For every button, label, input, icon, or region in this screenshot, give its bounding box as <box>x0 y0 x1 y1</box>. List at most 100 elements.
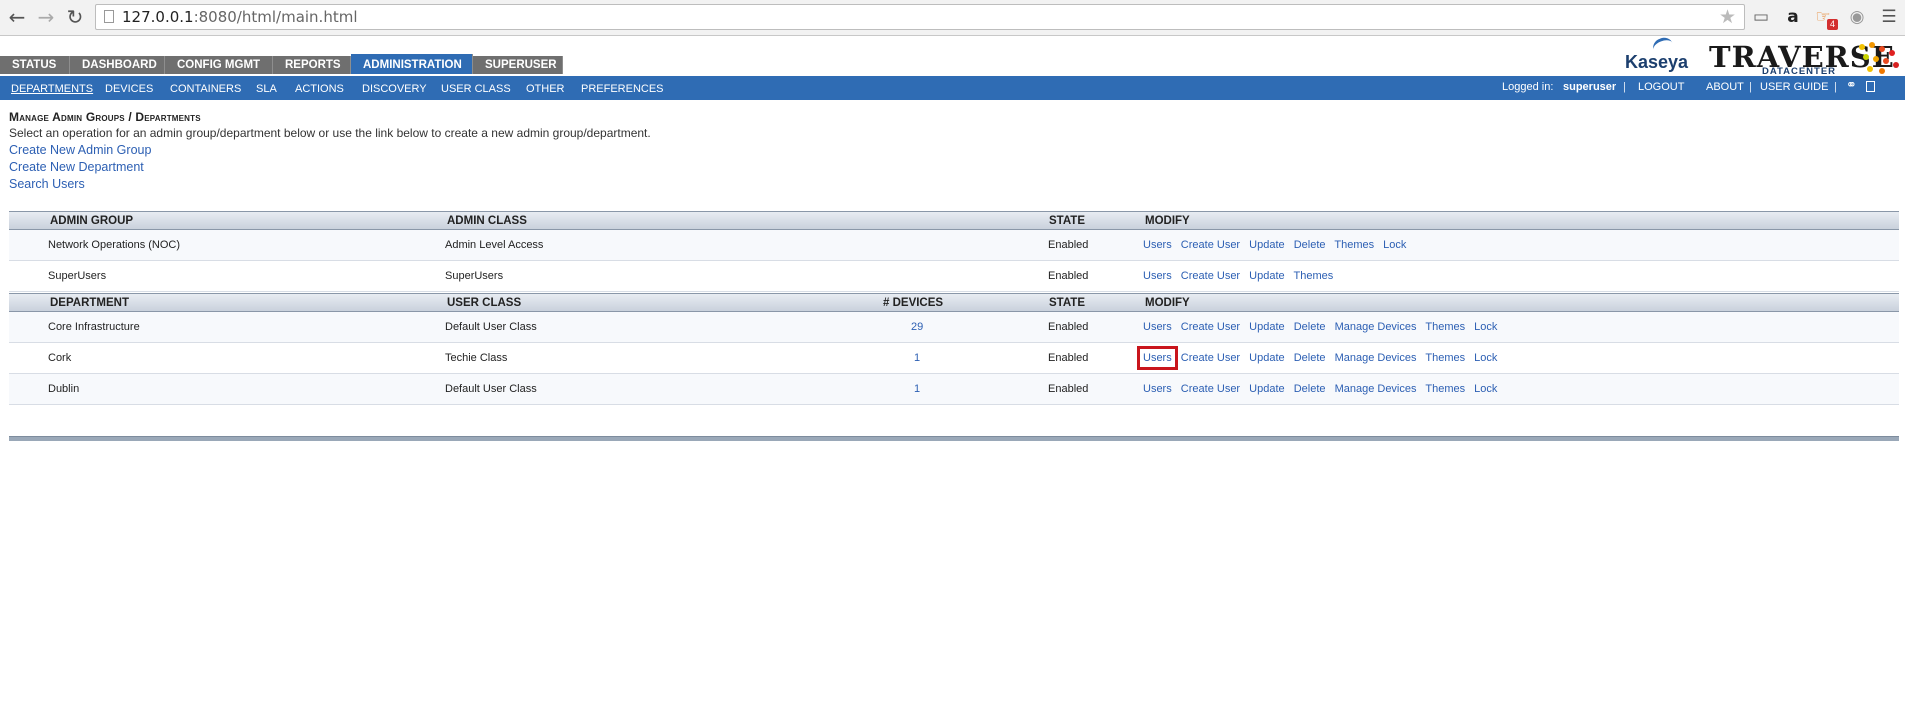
forward-arrow-icon[interactable]: → <box>35 6 57 28</box>
lock-link[interactable]: Lock <box>1474 352 1497 364</box>
bookmark-star-icon[interactable]: ★ <box>1719 6 1736 28</box>
menu-icon[interactable]: ☰ <box>1878 6 1900 28</box>
themes-link[interactable]: Themes <box>1425 352 1465 364</box>
device-count-link[interactable]: 29 <box>911 312 923 343</box>
update-link[interactable]: Update <box>1249 383 1284 395</box>
manage-devices-link[interactable]: Manage Devices <box>1335 352 1417 364</box>
col-user-class: USER CLASS <box>447 297 522 309</box>
subnav-containers[interactable]: CONTAINERS <box>170 76 241 102</box>
group-state: Enabled <box>1048 270 1089 282</box>
department-state: Enabled <box>1048 321 1089 333</box>
user-guide-link[interactable]: USER GUIDE <box>1760 76 1828 98</box>
tab-config-mgmt[interactable]: CONFIG MGMT <box>165 56 273 74</box>
themes-link[interactable]: Themes <box>1425 321 1465 333</box>
subnav-user-class[interactable]: USER CLASS <box>441 76 511 102</box>
col-state: STATE <box>1049 215 1085 227</box>
delete-link[interactable]: Delete <box>1294 383 1326 395</box>
lock-link[interactable]: Lock <box>1474 383 1497 395</box>
users-link[interactable]: Users <box>1143 383 1172 395</box>
group-class: Admin Level Access <box>445 239 544 251</box>
themes-link[interactable]: Themes <box>1425 383 1465 395</box>
col-department: DEPARTMENT <box>50 297 130 309</box>
separator: | <box>1623 81 1626 93</box>
user-class: Techie Class <box>445 352 508 364</box>
tab-reports[interactable]: REPORTS <box>273 56 351 74</box>
users-link[interactable]: Users <box>1143 270 1172 282</box>
delete-link[interactable]: Delete <box>1294 321 1326 333</box>
balloon-icon[interactable]: ◉ <box>1846 6 1868 28</box>
modify-actions: Users Create User Update Delete Manage D… <box>1143 374 1503 405</box>
admin-group-header: ADMIN GROUP ADMIN CLASS STATE MODIFY <box>9 211 1899 230</box>
department-state: Enabled <box>1048 352 1089 364</box>
create-user-link[interactable]: Create User <box>1181 321 1240 333</box>
delete-link[interactable]: Delete <box>1294 239 1326 251</box>
logged-in-label: Logged in: <box>1502 81 1554 93</box>
separator: | <box>1749 81 1752 93</box>
cast-icon[interactable]: ▭ <box>1750 6 1772 28</box>
about-link[interactable]: ABOUT <box>1706 76 1744 98</box>
create-user-link[interactable]: Create User <box>1181 352 1240 364</box>
modify-actions: Users Create User Update Delete Manage D… <box>1143 312 1503 343</box>
table-row: Network Operations (NOC) Admin Level Acc… <box>9 230 1899 261</box>
create-department-link[interactable]: Create New Department <box>9 160 144 174</box>
table-row: SuperUsers SuperUsers Enabled Users Crea… <box>9 261 1899 292</box>
key-icon[interactable]: ⚭ <box>1846 78 1857 93</box>
tab-administration[interactable]: ADMINISTRATION <box>351 54 473 74</box>
delete-link[interactable]: Delete <box>1294 352 1326 364</box>
tab-superuser[interactable]: SUPERUSER <box>473 56 563 74</box>
logout-link[interactable]: LOGOUT <box>1638 76 1684 98</box>
back-arrow-icon[interactable]: ← <box>6 6 28 28</box>
subnav-devices[interactable]: DEVICES <box>105 76 153 102</box>
subnav-discovery[interactable]: DISCOVERY <box>362 76 427 102</box>
lock-link[interactable]: Lock <box>1383 239 1406 251</box>
search-users-link[interactable]: Search Users <box>9 177 85 191</box>
page-description: Select an operation for an admin group/d… <box>9 126 651 140</box>
modify-actions: Users Create User Update Themes <box>1143 261 1339 292</box>
manage-devices-link[interactable]: Manage Devices <box>1335 321 1417 333</box>
col-devices: # DEVICES <box>883 297 944 309</box>
rss-badge: 4 <box>1827 19 1839 30</box>
themes-link[interactable]: Themes <box>1294 270 1334 282</box>
table-row: Cork Techie Class 1 Enabled Users Create… <box>9 343 1899 374</box>
create-user-link[interactable]: Create User <box>1181 270 1240 282</box>
themes-link[interactable]: Themes <box>1334 239 1374 251</box>
group-state: Enabled <box>1048 239 1089 251</box>
amazon-icon[interactable]: a <box>1782 6 1804 28</box>
table-footer-rule <box>9 436 1899 441</box>
lock-link[interactable]: Lock <box>1474 321 1497 333</box>
update-link[interactable]: Update <box>1249 321 1284 333</box>
tab-dashboard[interactable]: DASHBOARD <box>70 56 165 74</box>
update-link[interactable]: Update <box>1249 352 1284 364</box>
page-icon <box>104 10 114 23</box>
department-state: Enabled <box>1048 383 1089 395</box>
update-link[interactable]: Update <box>1249 270 1284 282</box>
url-host: 127.0.0.1 <box>122 8 194 26</box>
subnav-departments[interactable]: DEPARTMENTS <box>11 76 93 102</box>
create-user-link[interactable]: Create User <box>1181 383 1240 395</box>
table-row: Dublin Default User Class 1 Enabled User… <box>9 374 1899 405</box>
department-header: DEPARTMENT USER CLASS # DEVICES STATE MO… <box>9 293 1899 312</box>
browser-toolbar: ← → ↻ 127.0.0.1:8080/html/main.html ★ ▭ … <box>0 0 1905 36</box>
device-count-link[interactable]: 1 <box>914 374 920 405</box>
subnav-sla[interactable]: SLA <box>256 76 277 102</box>
department-name: Cork <box>48 352 72 364</box>
subnav-preferences[interactable]: PREFERENCES <box>581 76 664 102</box>
users-link[interactable]: Users <box>1137 346 1178 370</box>
document-icon[interactable] <box>1866 81 1875 92</box>
manage-devices-link[interactable]: Manage Devices <box>1335 383 1417 395</box>
create-admin-group-link[interactable]: Create New Admin Group <box>9 143 151 157</box>
update-link[interactable]: Update <box>1249 239 1284 251</box>
subnav-actions[interactable]: ACTIONS <box>295 76 344 102</box>
tab-status[interactable]: STATUS <box>0 56 70 74</box>
username: superuser <box>1563 81 1617 93</box>
brand-logo: Kaseya TRAVERSE DATACENTER <box>1605 35 1905 77</box>
create-user-link[interactable]: Create User <box>1181 239 1240 251</box>
modify-actions: Users Create User Update Delete Themes L… <box>1143 230 1412 261</box>
users-link[interactable]: Users <box>1143 239 1172 251</box>
subnav-other[interactable]: OTHER <box>526 76 565 102</box>
user-class: Default User Class <box>445 383 537 395</box>
reload-icon[interactable]: ↻ <box>64 6 86 28</box>
address-bar[interactable]: 127.0.0.1:8080/html/main.html ★ <box>95 4 1745 30</box>
device-count-link[interactable]: 1 <box>914 343 920 374</box>
users-link[interactable]: Users <box>1143 321 1172 333</box>
